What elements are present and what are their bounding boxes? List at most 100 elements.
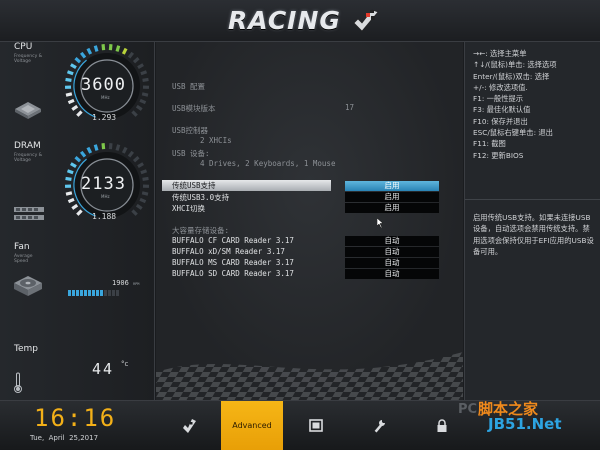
temperature-value: 44 (92, 360, 115, 378)
checkered-flag-icon (353, 9, 379, 32)
gauge-tick (71, 104, 79, 111)
fan-bar-segment (108, 290, 111, 296)
clock-time: 16:16 (34, 404, 117, 432)
legacy-usb-support-select[interactable]: 启用 (345, 181, 439, 191)
gauge-tick (101, 44, 106, 51)
tab-advanced-label: Advanced (232, 421, 272, 430)
gauge-tick (132, 57, 140, 64)
gauge-tick (67, 197, 75, 204)
usb-module-value: 17 (345, 103, 355, 112)
fan-bar-segment (112, 290, 115, 296)
key-help-item: F11: 截图 (473, 139, 506, 149)
watermark-pc: PC (458, 402, 478, 417)
gauge-tick (79, 51, 87, 59)
racing-flag-icon (183, 418, 196, 433)
fan-subtitle-2: Speed (14, 259, 29, 264)
hardware-monitor-panel: CPU Frequency & Voltage 3600 MHz 1.293 D… (0, 42, 155, 400)
fan-bar-segment (68, 290, 71, 296)
key-help-item: F3: 最佳化默认值 (473, 105, 531, 115)
gauge-tick (66, 70, 74, 76)
key-help-item: →←: 选择主菜单 (473, 49, 527, 58)
usb-controller-value: 2 XHCIs (200, 136, 232, 145)
usb-devices-value: 4 Drives, 2 Keyboards, 1 Mouse (200, 159, 336, 168)
help-panel: →←: 选择主菜单 ↑↓/(鼠标)单击: 选择选项 Enter/(鼠标)双击: … (464, 42, 600, 400)
gauge-tick (79, 150, 87, 158)
mass-storage-device-4-label[interactable]: BUFFALO SD CARD Reader 3.17 (172, 269, 294, 278)
key-help-item: +/-: 修改选项值. (473, 82, 528, 92)
usb-config-heading: USB 配置 (172, 82, 206, 91)
gauge-tick (139, 98, 147, 105)
gauge-tick (93, 45, 99, 52)
legacy-usb3-support-select[interactable]: 启用 (345, 192, 439, 202)
gauge-tick (127, 150, 135, 158)
gauge-tick (65, 191, 73, 196)
gauge-tick (101, 143, 106, 150)
gauge-tick (139, 197, 147, 204)
mass-storage-device-2-label[interactable]: BUFFALO xD/SM Reader 3.17 (172, 247, 285, 256)
fan-bar-segment (116, 290, 119, 296)
gauge-tick (137, 162, 144, 169)
key-help-item: Enter/(鼠标)双击: 选择 (473, 71, 550, 81)
option-description: 启用传统USB支持。如果未连接USB设备，自动选项会禁用传统支持。禁用选项会保持… (473, 213, 594, 256)
mass-storage-device-2-select[interactable]: 自动 (345, 247, 439, 257)
usb-controller-label: USB控制器 (172, 126, 209, 135)
gauge-tick (141, 191, 149, 196)
gauge-tick (108, 44, 113, 51)
fan-bar-segment (84, 290, 87, 296)
fan-rpm-unit: RPM (133, 282, 140, 286)
legacy-usb3-support-label[interactable]: 传统USB3.0支持 (172, 192, 229, 203)
cpu-title: CPU (14, 42, 33, 52)
key-help-item: ↑↓/(鼠标)单击: 选择选项 (473, 60, 557, 70)
mass-storage-device-3-label[interactable]: BUFFALO MS CARD Reader 3.17 (172, 258, 294, 267)
key-help-item: F12: 更新BIOS (473, 150, 524, 160)
gauge-tick (141, 92, 149, 97)
tab-tools[interactable] (285, 401, 347, 450)
gauge-tick (140, 70, 148, 76)
thermometer-icon (14, 372, 22, 393)
gauge-tick (65, 77, 72, 82)
gauge-tick (65, 92, 73, 97)
temp-title: Temp (14, 344, 38, 354)
fan-bar-segment (96, 290, 99, 296)
gauge-tick (66, 169, 74, 175)
gauge-tick (115, 144, 121, 151)
xhci-handoff-label[interactable]: XHCI切换 (172, 203, 205, 214)
gauge-tick (93, 144, 99, 151)
mass-storage-heading: 大容量存储设备: (172, 226, 230, 235)
dram-subtitle-2: Voltage (14, 158, 31, 163)
gauge-tick (142, 77, 149, 82)
gauge-tick (121, 47, 128, 55)
mass-storage-device-1-select[interactable]: 自动 (345, 236, 439, 246)
gauge-tick (86, 146, 93, 154)
gauge-tick (115, 45, 121, 52)
gauge-tick (135, 104, 143, 111)
mass-storage-device-4-select[interactable]: 自动 (345, 269, 439, 279)
xhci-handoff-select[interactable]: 启用 (345, 203, 439, 213)
gauge-tick (121, 146, 128, 154)
gauge-tick (74, 57, 82, 64)
lock-icon (437, 418, 447, 432)
gauge-tick (142, 176, 149, 181)
dram-title: DRAM (14, 141, 41, 151)
fan-bar-segment (104, 290, 107, 296)
gauge-tick (108, 143, 113, 150)
usb-module-label: USB模块版本 (172, 104, 216, 113)
cpu-frequency-value: 3600 (81, 75, 126, 95)
wrench-icon (374, 419, 385, 432)
key-help-item: F1: 一般性提示 (473, 94, 524, 104)
dram-frequency-unit: MHz (101, 194, 110, 199)
key-help-item: ESC/鼠标右键单击: 退出 (473, 128, 553, 138)
tab-overclock[interactable] (348, 401, 410, 450)
legacy-usb-support-label[interactable]: 传统USB支持 (172, 180, 216, 191)
gauge-tick (86, 47, 93, 55)
tab-advanced[interactable]: Advanced (221, 401, 283, 450)
mouse-cursor-icon (377, 218, 384, 228)
gauge-tick (67, 98, 75, 105)
mass-storage-device-3-select[interactable]: 自动 (345, 258, 439, 268)
fan-speed-bar (68, 290, 119, 296)
mass-storage-device-1-label[interactable]: BUFFALO CF CARD Reader 3.17 (172, 236, 294, 245)
fan-icon (14, 276, 42, 296)
tab-main[interactable] (158, 401, 220, 450)
fan-rpm-value: 1906 (112, 279, 129, 287)
temperature-unit: °c (121, 360, 129, 368)
